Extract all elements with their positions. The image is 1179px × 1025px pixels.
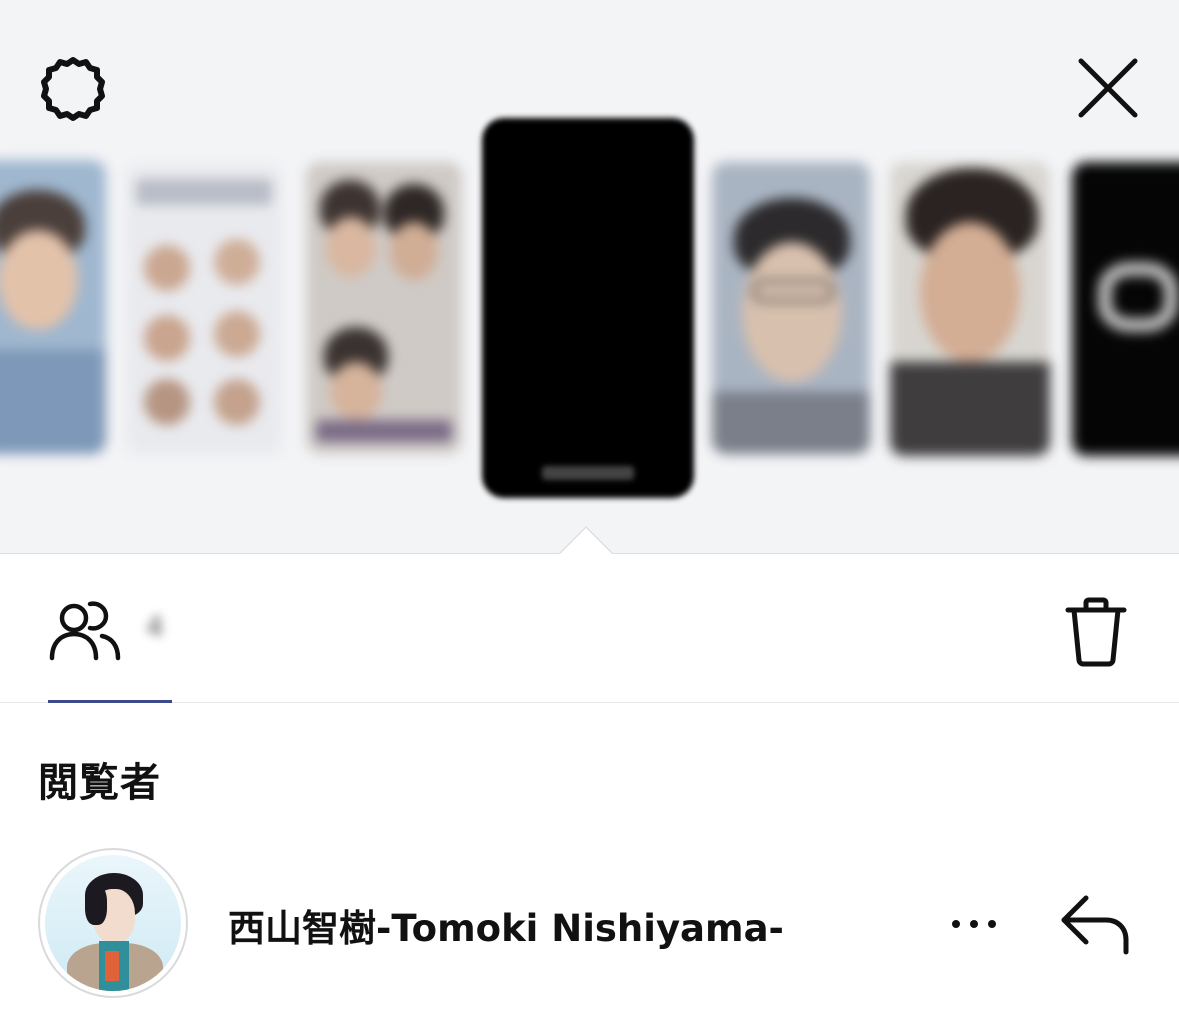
avatar-image [45, 855, 181, 991]
story-preview-panel [0, 0, 1179, 554]
story-stats-bar [0, 556, 1179, 703]
avatar[interactable] [38, 848, 188, 998]
viewer-name[interactable]: 西山智樹-Tomoki Nishiyama- [228, 898, 784, 952]
viewers-tab[interactable] [46, 596, 122, 664]
view-count: 4 [146, 610, 164, 643]
more-options-button[interactable] [944, 906, 1004, 942]
story-thumb-2[interactable] [126, 165, 282, 455]
trash-icon [1065, 597, 1127, 667]
story-thumbnail-strip[interactable] [0, 0, 1179, 553]
story-thumb-active[interactable] [482, 118, 694, 498]
reply-button[interactable] [1056, 888, 1136, 958]
viewers-section-title: 閲覧者 [38, 760, 161, 806]
close-button[interactable] [1068, 48, 1148, 128]
close-icon [1078, 58, 1138, 118]
story-thumb-1[interactable] [0, 160, 106, 454]
delete-button[interactable] [1058, 594, 1134, 670]
reply-icon [1061, 895, 1129, 955]
story-thumb-3[interactable] [306, 162, 462, 454]
active-story-pointer [559, 526, 613, 554]
people-icon [49, 601, 121, 661]
settings-gear-icon [41, 57, 105, 121]
story-thumb-7[interactable] [1072, 162, 1179, 456]
story-thumb-6[interactable] [890, 162, 1050, 456]
story-thumb-5[interactable] [712, 162, 870, 454]
viewers-tab-underline [48, 700, 172, 703]
ellipsis-icon [952, 920, 996, 928]
settings-button[interactable] [34, 50, 112, 128]
